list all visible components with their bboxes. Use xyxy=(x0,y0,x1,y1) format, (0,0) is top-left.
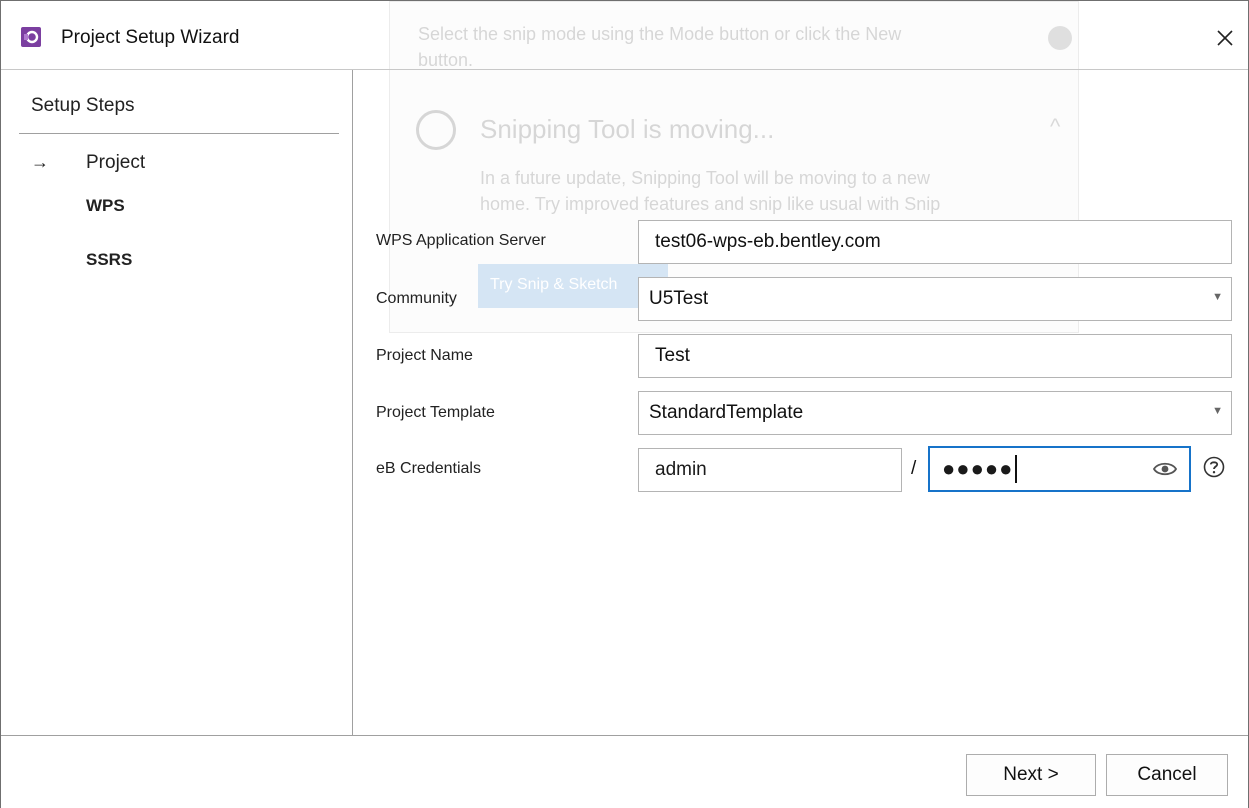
password-input[interactable]: ●●●●● xyxy=(928,446,1191,492)
chevron-down-icon: ▼ xyxy=(1212,405,1223,417)
setup-steps-sidebar: Setup Steps → Project WPS SSRS xyxy=(1,70,353,735)
chevron-down-icon: ▼ xyxy=(1212,291,1223,303)
sidebar-title: Setup Steps xyxy=(31,95,135,116)
community-value: U5Test xyxy=(649,288,709,309)
wizard-body: Setup Steps → Project WPS SSRS WPS Appli… xyxy=(1,69,1248,735)
window-title: Project Setup Wizard xyxy=(61,27,240,48)
project-settings-form: WPS Application Server test06-wps-eb.ben… xyxy=(354,70,1248,735)
current-step-arrow-icon: → xyxy=(31,152,49,172)
text-cursor xyxy=(1015,455,1018,483)
help-icon[interactable] xyxy=(1203,456,1225,478)
sidebar-item-label: Project xyxy=(86,151,146,173)
server-input[interactable]: test06-wps-eb.bentley.com xyxy=(638,220,1232,264)
username-input[interactable]: admin xyxy=(638,448,902,492)
eye-icon[interactable] xyxy=(1153,460,1177,478)
sidebar-item-label: WPS xyxy=(86,196,125,215)
wizard-app-icon xyxy=(21,27,41,47)
wizard-footer: Next > Cancel xyxy=(1,735,1248,808)
project-setup-wizard-window: Project Setup Wizard Select the snip mod… xyxy=(0,0,1249,808)
project-template-label: Project Template xyxy=(376,404,495,421)
sidebar-item-project[interactable]: → Project xyxy=(31,152,145,173)
title-bar: Project Setup Wizard xyxy=(1,1,1248,69)
close-button[interactable] xyxy=(1202,15,1248,61)
project-template-select[interactable]: StandardTemplate ▼ xyxy=(638,391,1232,435)
project-name-label: Project Name xyxy=(376,347,473,364)
credentials-label: eB Credentials xyxy=(376,460,481,477)
credentials-separator: / xyxy=(911,458,917,479)
cancel-button[interactable]: Cancel xyxy=(1106,754,1228,796)
community-label: Community xyxy=(376,290,457,307)
sidebar-divider xyxy=(19,133,339,134)
next-button[interactable]: Next > xyxy=(966,754,1096,796)
server-label: WPS Application Server xyxy=(376,232,546,249)
sidebar-item-label: SSRS xyxy=(86,250,133,269)
password-mask: ●●●●● xyxy=(942,456,1014,481)
close-icon xyxy=(1217,30,1233,46)
project-template-value: StandardTemplate xyxy=(649,402,804,423)
project-name-input[interactable]: Test xyxy=(638,334,1232,378)
community-select[interactable]: U5Test ▼ xyxy=(638,277,1232,321)
